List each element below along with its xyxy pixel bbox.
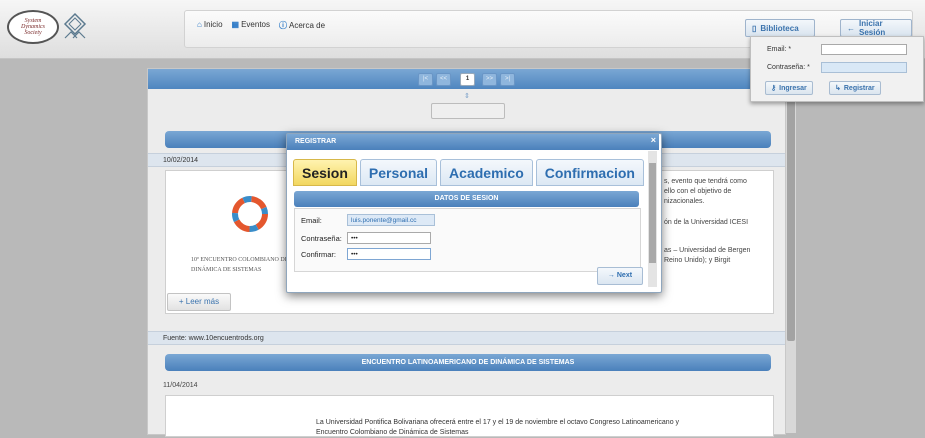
nav-eventos[interactable]: ▦ Eventos (232, 20, 270, 31)
arrow-right-icon: → (607, 272, 617, 279)
login-password-input[interactable] (821, 62, 907, 73)
news-source-1: Fuente: www.10encuentrods.org (148, 331, 785, 345)
nav-inicio[interactable]: ⌂ Inicio (197, 20, 223, 31)
password-field[interactable]: ••• (347, 232, 431, 244)
last-page-button[interactable]: >| (500, 73, 515, 86)
news-title-2: ENCUENTRO LATINOAMERICANO DE DINÁMICA DE… (165, 354, 771, 371)
logo-mark-icon (63, 12, 87, 39)
register-dialog: REGISTRAR × Sesion Personal Academico Co… (286, 133, 662, 293)
confirm-password-field[interactable]: ••• (347, 248, 431, 260)
login-email-input[interactable] (821, 44, 907, 55)
next-button[interactable]: → Next (597, 267, 643, 285)
tab-personal[interactable]: Personal (359, 159, 438, 186)
close-icon[interactable]: × (651, 135, 656, 145)
news-text-1: s, evento que tendrá como ello con el ob… (664, 178, 751, 264)
session-form: Email: luis.ponente@gmail.cc Contraseña:… (294, 208, 641, 272)
page-scrollbar-thumb[interactable] (787, 76, 795, 341)
login-password-label: Contraseña: * (767, 64, 810, 71)
first-page-button[interactable]: |< (418, 73, 433, 86)
event-caption: 10º ENCUENTRO COLOMBIANO DE DINÁMICA DE … (191, 257, 289, 273)
email-label: Email: (301, 216, 322, 225)
page-size-select[interactable] (431, 103, 505, 119)
book-icon: ▯ (752, 23, 757, 33)
ingresar-button[interactable]: ⚷ Ingresar (765, 81, 813, 95)
leer-mas-button[interactable]: + Leer más (167, 293, 231, 311)
tab-confirmacion[interactable]: Confirmacion (535, 159, 644, 186)
dialog-title: REGISTRAR (287, 134, 659, 150)
tab-academico[interactable]: Academico (440, 159, 533, 186)
arrow-left-icon: ← (847, 23, 855, 33)
sds-logo[interactable]: System Dynamics Society (7, 10, 59, 44)
register-tabs: Sesion Personal Academico Confirmacion (293, 159, 644, 186)
prev-page-button[interactable]: << (436, 73, 451, 86)
key-icon: ⚷ (771, 85, 777, 92)
news-date-2: 11/04/2014 (163, 382, 198, 389)
calendar-icon: ▦ (231, 20, 240, 29)
nav-acerca[interactable]: ⓘ Acerca de (279, 20, 325, 31)
news-card-2: La Universidad Pontifica Bolivariana ofr… (165, 395, 774, 437)
biblioteca-button[interactable]: ▯ Biblioteca (745, 19, 815, 37)
page-1-button[interactable]: 1 (460, 73, 475, 86)
logo-text: System Dynamics Society (21, 18, 45, 36)
password-label: Contraseña: (301, 234, 342, 243)
next-page-button[interactable]: >> (482, 73, 497, 86)
pager: |< << 1 >> >| (148, 69, 785, 89)
dialog-scrollbar[interactable] (648, 151, 657, 287)
info-icon: ⓘ (279, 21, 287, 30)
news-text-2: La Universidad Pontifica Bolivariana ofr… (316, 419, 680, 436)
user-add-icon: ↳ (835, 85, 841, 92)
dialog-scrollbar-thumb[interactable] (649, 163, 656, 263)
confirm-label: Confirmar: (301, 250, 337, 259)
tab-sesion[interactable]: Sesion (293, 159, 357, 186)
login-button[interactable]: ← Iniciar Sesión (840, 19, 912, 37)
login-email-label: Email: * (767, 46, 792, 53)
home-icon: ⌂ (197, 20, 202, 29)
plus-icon: + (178, 297, 186, 306)
email-field[interactable]: luis.ponente@gmail.cc (347, 214, 435, 226)
page-scrollbar[interactable] (786, 68, 796, 433)
registrar-button[interactable]: ↳ Registrar (829, 81, 881, 95)
event-logo-icon (232, 196, 268, 232)
section-title: DATOS DE SESION (294, 191, 639, 207)
sort-icon: ⇕ (464, 93, 470, 100)
login-popup: Email: * Contraseña: * ⚷ Ingresar ↳ Regist… (750, 36, 924, 102)
